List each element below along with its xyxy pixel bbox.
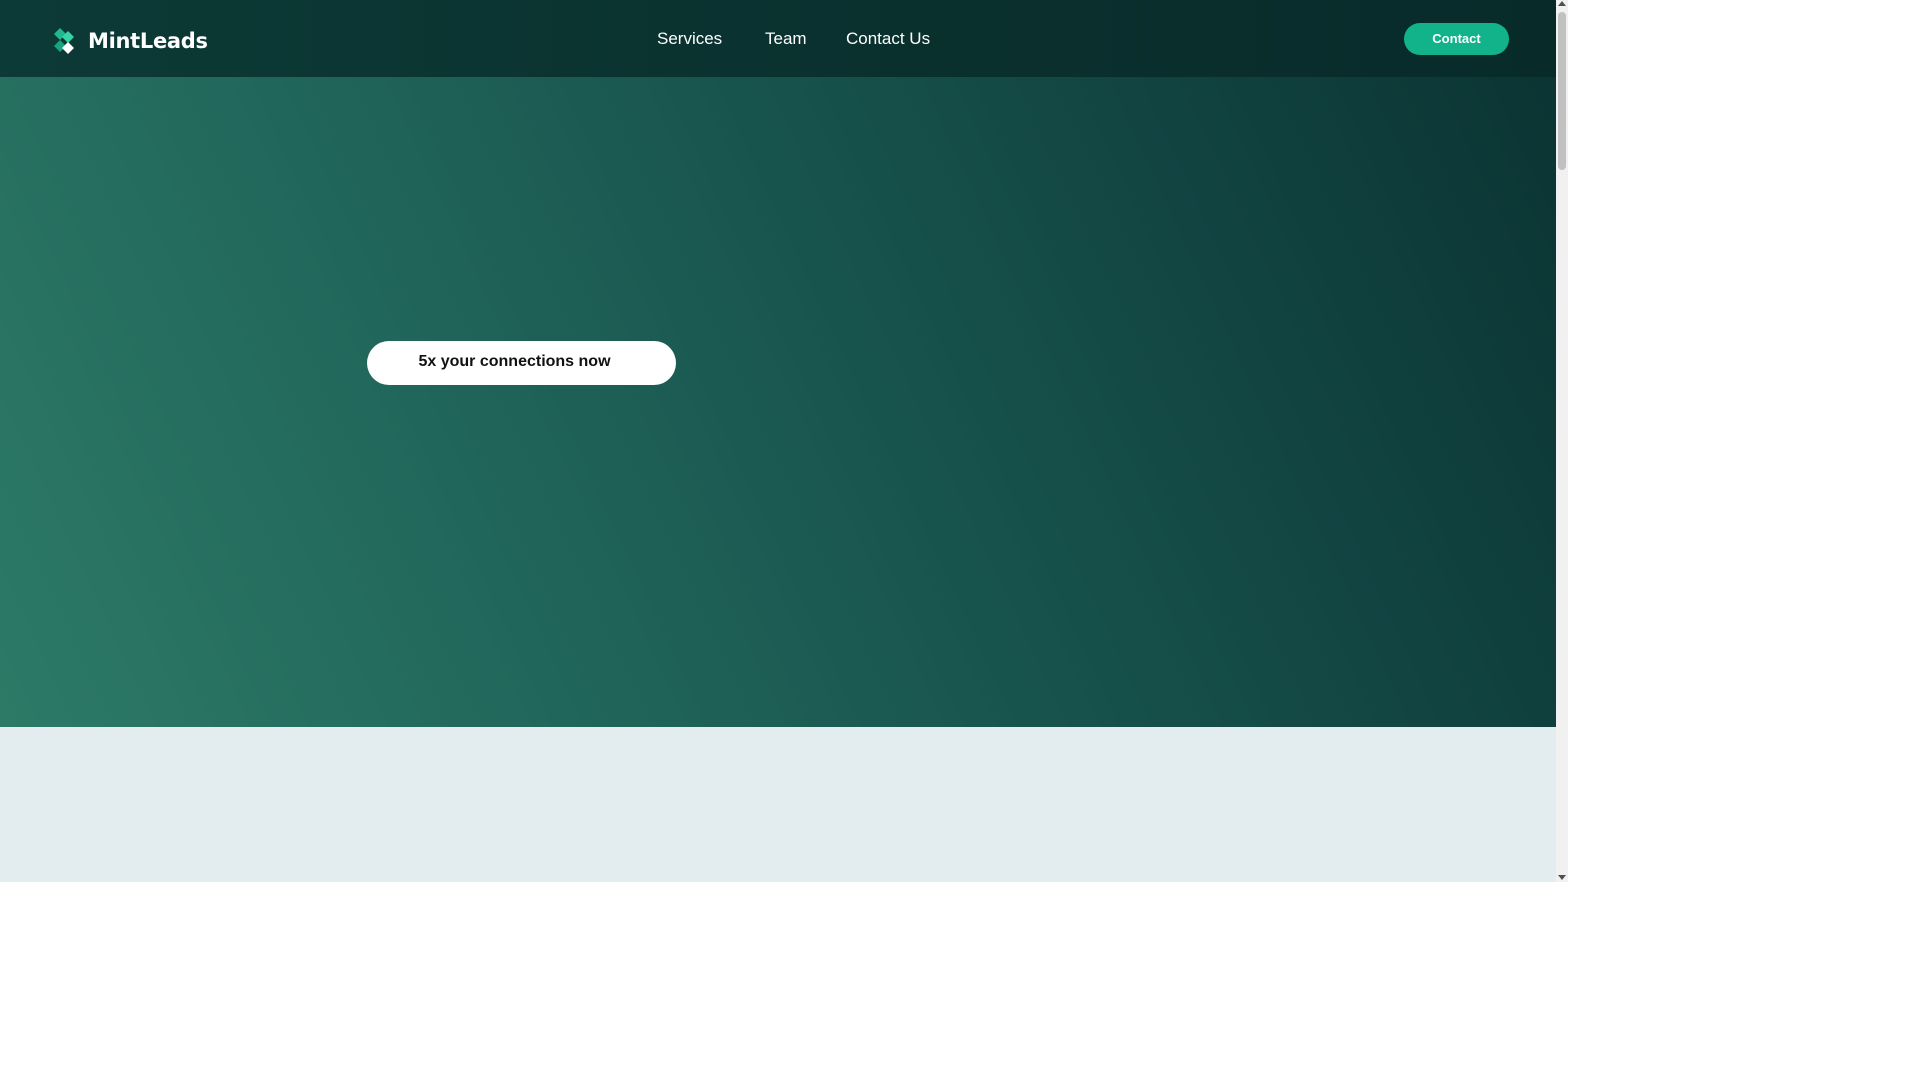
logo-text: MintLeads: [88, 29, 208, 53]
vertical-scrollbar[interactable]: [1556, 0, 1568, 882]
hero-section: 5x your connections now: [0, 77, 1556, 727]
scrollbar-thumb[interactable]: [1558, 12, 1566, 170]
scroll-up-arrow-icon[interactable]: [1558, 1, 1566, 6]
lower-section: [0, 727, 1556, 882]
nav-contact-us[interactable]: Contact Us: [846, 29, 930, 49]
scroll-down-arrow-icon[interactable]: [1558, 875, 1566, 880]
contact-button[interactable]: Contact: [1404, 23, 1509, 55]
mintleads-logo-icon: [54, 28, 74, 54]
nav-team[interactable]: Team: [765, 29, 807, 49]
nav-services[interactable]: Services: [657, 29, 722, 49]
page: MintLeads Services Team Contact Us Conta…: [0, 0, 1568, 882]
site-header: MintLeads Services Team Contact Us Conta…: [0, 0, 1556, 77]
logo[interactable]: MintLeads: [53, 28, 208, 54]
cta-button[interactable]: 5x your connections now: [367, 341, 676, 385]
